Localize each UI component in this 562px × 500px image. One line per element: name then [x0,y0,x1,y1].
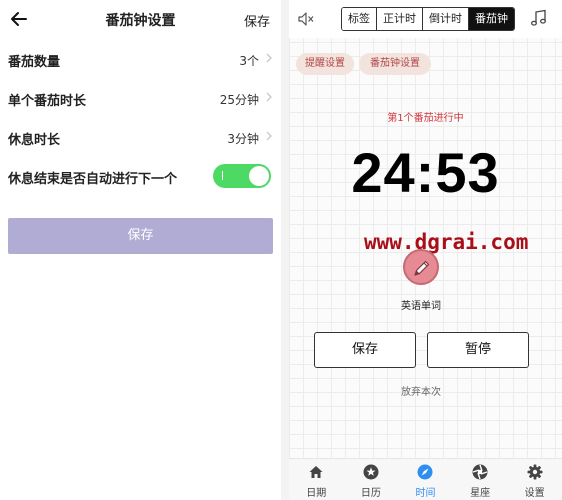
star-icon [363,464,379,480]
pencil-icon [414,260,430,276]
home-icon [309,466,323,478]
tab-count-up[interactable]: 正计时 [377,8,423,30]
tab-calendar[interactable]: 日历 [344,459,399,500]
timer-display: 24:53 [351,141,500,204]
tab-label: 日历 [360,488,381,499]
settings-header: 番茄钟设置 保存 [0,0,281,38]
setting-row-count[interactable]: 番茄数量 3个 [8,40,273,78]
task-name: 英语单词 [401,301,441,312]
setting-label: 休息结束是否自动进行下一个 [8,172,178,187]
setting-label: 番茄数量 [8,55,61,70]
mode-tabs: 标签 正计时 倒计时 番茄钟 [341,7,515,31]
setting-row-rest[interactable]: 休息时长 3分钟 [8,118,273,156]
setting-value: 3个 [239,54,259,68]
save-button[interactable]: 保存 [8,218,273,254]
compass-icon [417,464,433,480]
tab-countdown[interactable]: 倒计时 [423,8,469,30]
reminder-settings-chip[interactable]: 提醒设置 [296,53,354,75]
pause-button[interactable]: 暂停 [427,332,529,368]
music-note-icon[interactable] [530,9,548,27]
task-avatar[interactable] [403,249,439,285]
timer-pane: 标签 正计时 倒计时 番茄钟 提醒设置 番茄钟设置 第1个番茄进行中 24:53… [289,0,562,500]
abandon-link[interactable]: 放弃本次 [289,383,553,398]
setting-label: 休息时长 [8,133,61,148]
mute-icon[interactable] [297,10,315,28]
tab-label: 日期 [306,488,327,499]
tab-label: 设置 [524,488,545,499]
tab-date[interactable]: 日期 [289,459,344,500]
timer-topbar: 标签 正计时 倒计时 番茄钟 [289,0,562,38]
header-save-button[interactable]: 保存 [244,11,270,30]
tab-label: 星座 [470,488,491,499]
tab-time[interactable]: 时间 [398,459,453,500]
page-title: 番茄钟设置 [105,13,176,29]
tab-label: 时间 [415,488,436,499]
setting-row-duration[interactable]: 单个番茄时长 25分钟 [8,79,273,117]
timer-save-button[interactable]: 保存 [314,332,416,368]
pomodoro-settings-pane: 番茄钟设置 保存 番茄数量 3个 单个番茄时长 25分钟 休息时长 3分钟 休息… [0,0,281,500]
setting-row-auto-next: 休息结束是否自动进行下一个 [8,157,273,195]
bottom-tab-bar: 日期 日历 时间 星座 设置 [289,458,562,500]
chevron-right-icon [266,92,272,102]
tab-tags[interactable]: 标签 [342,8,377,30]
toggle-on-mark [222,171,223,180]
tab-settings[interactable]: 设置 [507,459,562,500]
setting-value: 25分钟 [219,93,259,107]
tab-constellation[interactable]: 星座 [453,459,508,500]
aperture-icon [472,464,488,480]
watermark-text: www.dgrai.com [364,230,529,254]
toggle-knob [249,166,269,186]
chevron-right-icon [266,53,272,63]
tab-pomodoro[interactable]: 番茄钟 [469,8,514,30]
pane-divider [281,0,289,500]
gear-icon [527,464,543,480]
setting-value: 3分钟 [227,132,259,146]
setting-label: 单个番茄时长 [8,94,87,109]
session-status: 第1个番茄进行中 [387,113,464,124]
pomodoro-settings-chip[interactable]: 番茄钟设置 [359,53,431,75]
auto-next-toggle[interactable] [213,164,271,188]
chevron-right-icon [266,131,272,141]
